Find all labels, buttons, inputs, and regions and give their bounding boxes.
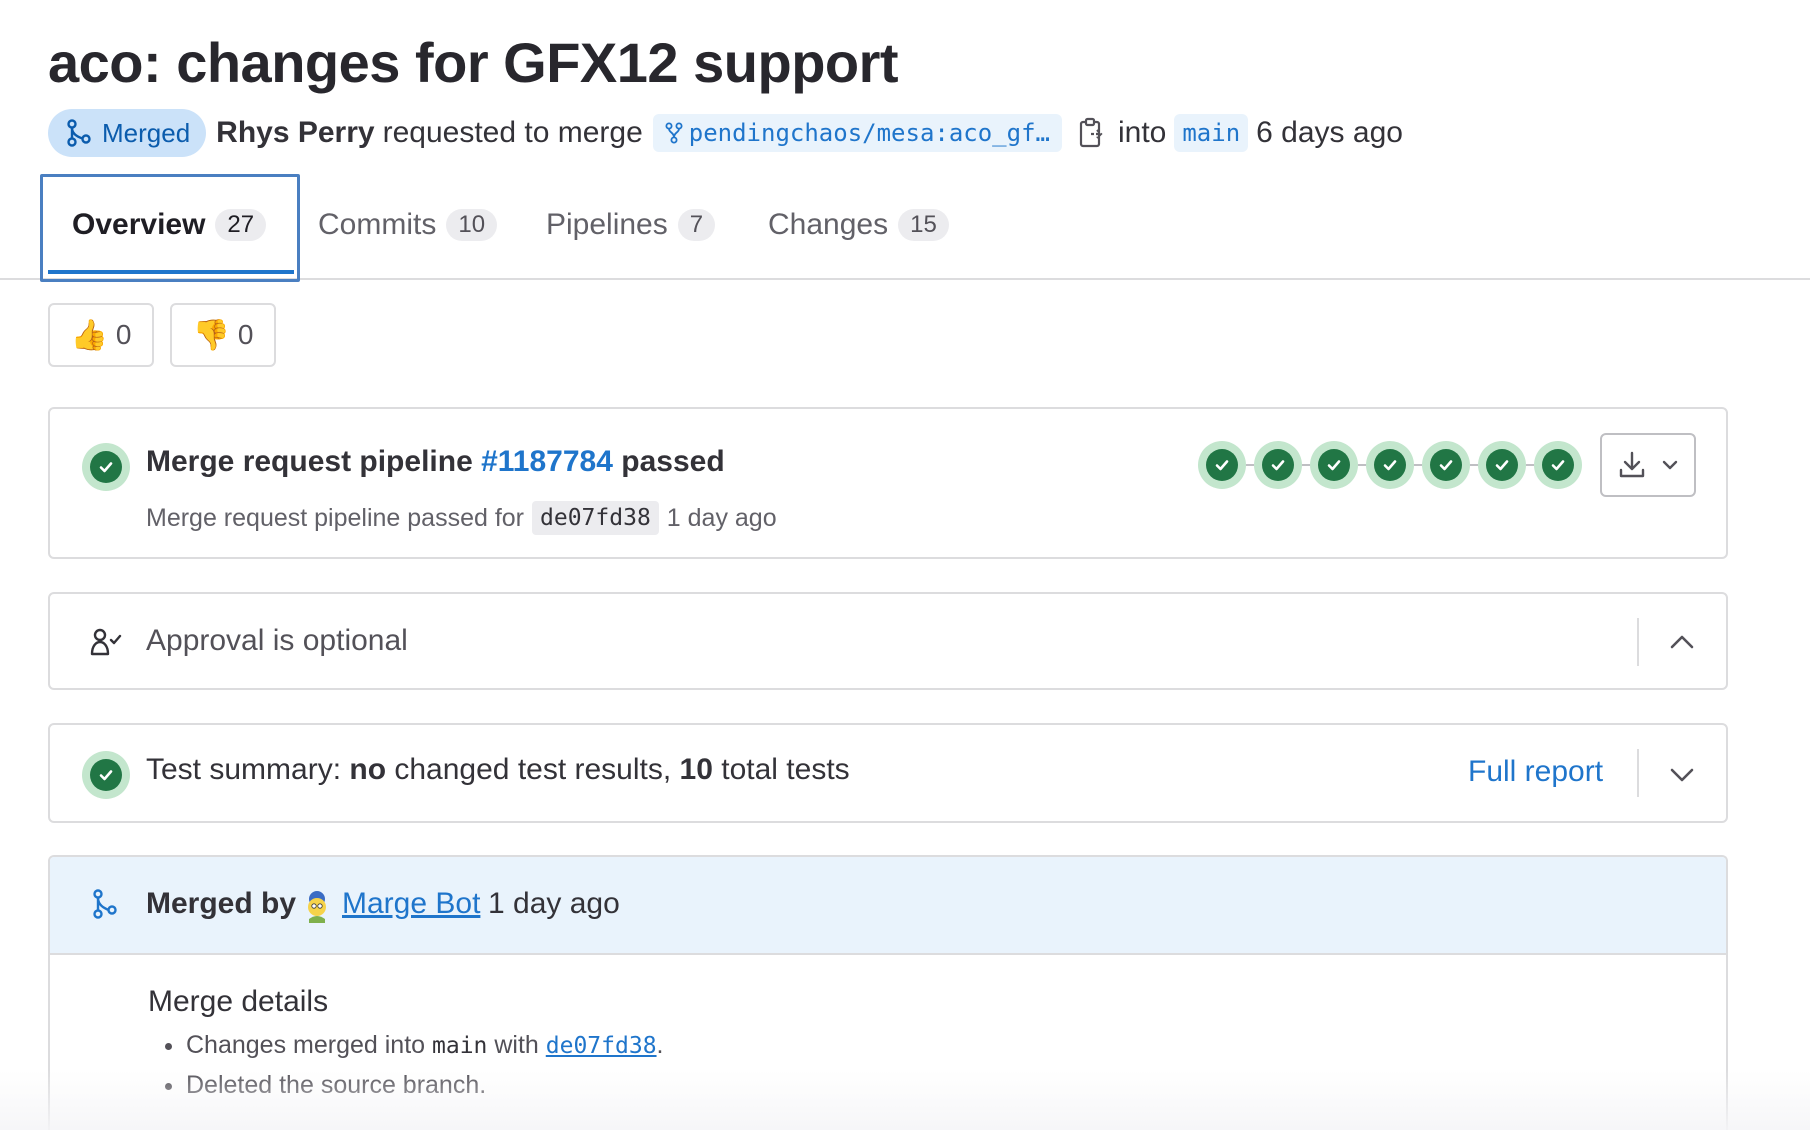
chevron-up-icon[interactable] [1668, 628, 1696, 656]
test-summary-divider [1637, 749, 1639, 797]
chevron-down-icon [1662, 460, 1678, 470]
action-text: requested to merge [382, 116, 643, 149]
list-item: Changes merged into main with de07fd38. [186, 1025, 664, 1065]
tab-changes-label: Changes [768, 208, 889, 241]
merged-by-user-link[interactable]: Marge Bot [342, 887, 480, 921]
tab-overview-label: Overview [72, 208, 206, 241]
detail-branch: main [432, 1033, 488, 1059]
test-summary-suffix: total tests [721, 753, 850, 786]
stage-success-icon[interactable] [1310, 441, 1358, 489]
stage-connector [1470, 464, 1478, 466]
pipeline-id-link[interactable]: #1187784 [481, 445, 613, 478]
approval-widget: Approval is optional [48, 592, 1728, 690]
tab-pipelines[interactable]: Pipelines 7 [546, 172, 716, 278]
tab-pipelines-label: Pipelines [546, 208, 668, 241]
thumbs-down-button[interactable]: 👎 0 [170, 303, 276, 367]
commit-sha-link[interactable]: de07fd38 [546, 1033, 657, 1059]
fork-icon [665, 122, 683, 144]
pipeline-subtitle: Merge request pipeline passed for de07fd… [146, 501, 777, 535]
pipeline-success-icon[interactable] [82, 443, 130, 491]
pipeline-title-prefix: Merge request pipeline [146, 445, 473, 478]
merged-time: 1 day ago [488, 887, 620, 920]
tab-commits-label: Commits [318, 208, 437, 241]
pipeline-title: Merge request pipeline #1187784 passed [146, 445, 725, 479]
approval-text: Approval is optional [146, 624, 408, 657]
created-time: 6 days ago [1256, 116, 1403, 149]
stage-success-icon[interactable] [1422, 441, 1470, 489]
thumbs-down-icon: 👎 [192, 318, 230, 352]
into-text: into [1117, 116, 1167, 149]
thumbs-up-count: 0 [115, 319, 132, 350]
detail-text: . [656, 1031, 664, 1059]
merge-icon [67, 119, 91, 147]
test-summary-changed: no [349, 753, 387, 786]
status-badge: Merged [48, 109, 207, 157]
pipeline-sha[interactable]: de07fd38 [532, 501, 659, 535]
detail-text: with [494, 1031, 539, 1059]
test-success-icon [82, 751, 130, 799]
stage-success-icon[interactable] [1534, 441, 1582, 489]
merged-header: Merged by Marge Bot 1 day ago [50, 857, 1726, 955]
thumbs-up-button[interactable]: 👍 0 [48, 303, 154, 367]
copy-branch-icon[interactable] [1078, 117, 1104, 149]
stage-connector [1246, 464, 1254, 466]
source-branch-label: pendingchaos/mesa:aco_gf… [688, 119, 1050, 147]
download-icon [1619, 451, 1645, 478]
merge-details-list: Changes merged into main with de07fd38. … [186, 1025, 664, 1105]
thumbs-up-icon: 👍 [70, 318, 108, 352]
list-item: Deleted the source branch. [186, 1065, 664, 1105]
stage-connector [1414, 464, 1422, 466]
chevron-down-icon[interactable] [1668, 761, 1696, 789]
test-summary-text: Test summary: no changed test results, 1… [146, 753, 850, 787]
stage-success-icon[interactable] [1198, 441, 1246, 489]
merge-details-title: Merge details [148, 985, 329, 1018]
test-summary-total: 10 [679, 753, 713, 786]
pipeline-stages [1198, 441, 1582, 489]
test-summary-prefix: Test summary: [146, 753, 342, 786]
tab-pipelines-count: 7 [677, 209, 716, 241]
approval-divider [1637, 618, 1639, 666]
source-branch[interactable]: pendingchaos/mesa:aco_gf… [652, 114, 1062, 152]
merged-by-label: Merged by [146, 887, 297, 920]
status-label: Merged [102, 117, 191, 148]
approval-icon [90, 628, 122, 656]
merged-widget: Merged by Marge Bot 1 day ago Merge deta… [48, 855, 1728, 1130]
merge-request-meta: Merged Rhys Perry requested to merge pen… [48, 109, 1403, 157]
detail-text: Changes merged into [186, 1031, 426, 1059]
merge-request-tabs: Overview 27 Commits 10 Pipelines 7 Chang… [0, 172, 1810, 282]
avatar[interactable] [302, 889, 332, 923]
tab-overview[interactable]: Overview 27 [72, 172, 267, 278]
merge-icon [93, 889, 117, 919]
tab-commits-count: 10 [446, 209, 498, 241]
pipeline-time: 1 day ago [666, 503, 777, 532]
tab-commits[interactable]: Commits 10 [318, 172, 498, 278]
stage-success-icon[interactable] [1478, 441, 1526, 489]
page-title: aco: changes for GFX12 support [48, 31, 899, 94]
tab-overview-count: 27 [215, 209, 267, 241]
tab-changes[interactable]: Changes 15 [768, 172, 949, 278]
author-name[interactable]: Rhys Perry [216, 116, 374, 150]
stage-connector [1526, 464, 1534, 466]
pipeline-sub-text: Merge request pipeline passed for [146, 503, 525, 532]
active-tab-indicator [48, 270, 294, 274]
pipeline-title-suffix: passed [621, 445, 725, 478]
tab-changes-count: 15 [898, 209, 949, 241]
thumbs-down-count: 0 [237, 319, 254, 350]
download-artifacts-button[interactable] [1600, 433, 1696, 497]
pipeline-widget: Merge request pipeline #1187784 passed M… [48, 407, 1728, 559]
target-branch[interactable]: main [1174, 114, 1249, 152]
stage-connector [1358, 464, 1366, 466]
stage-success-icon[interactable] [1366, 441, 1414, 489]
test-summary-widget: Test summary: no changed test results, 1… [48, 723, 1728, 823]
stage-success-icon[interactable] [1254, 441, 1302, 489]
full-report-link[interactable]: Full report [1468, 755, 1603, 789]
stage-connector [1302, 464, 1310, 466]
detail-text: Deleted the source branch. [186, 1071, 487, 1099]
test-summary-middle: changed test results, [394, 753, 672, 786]
